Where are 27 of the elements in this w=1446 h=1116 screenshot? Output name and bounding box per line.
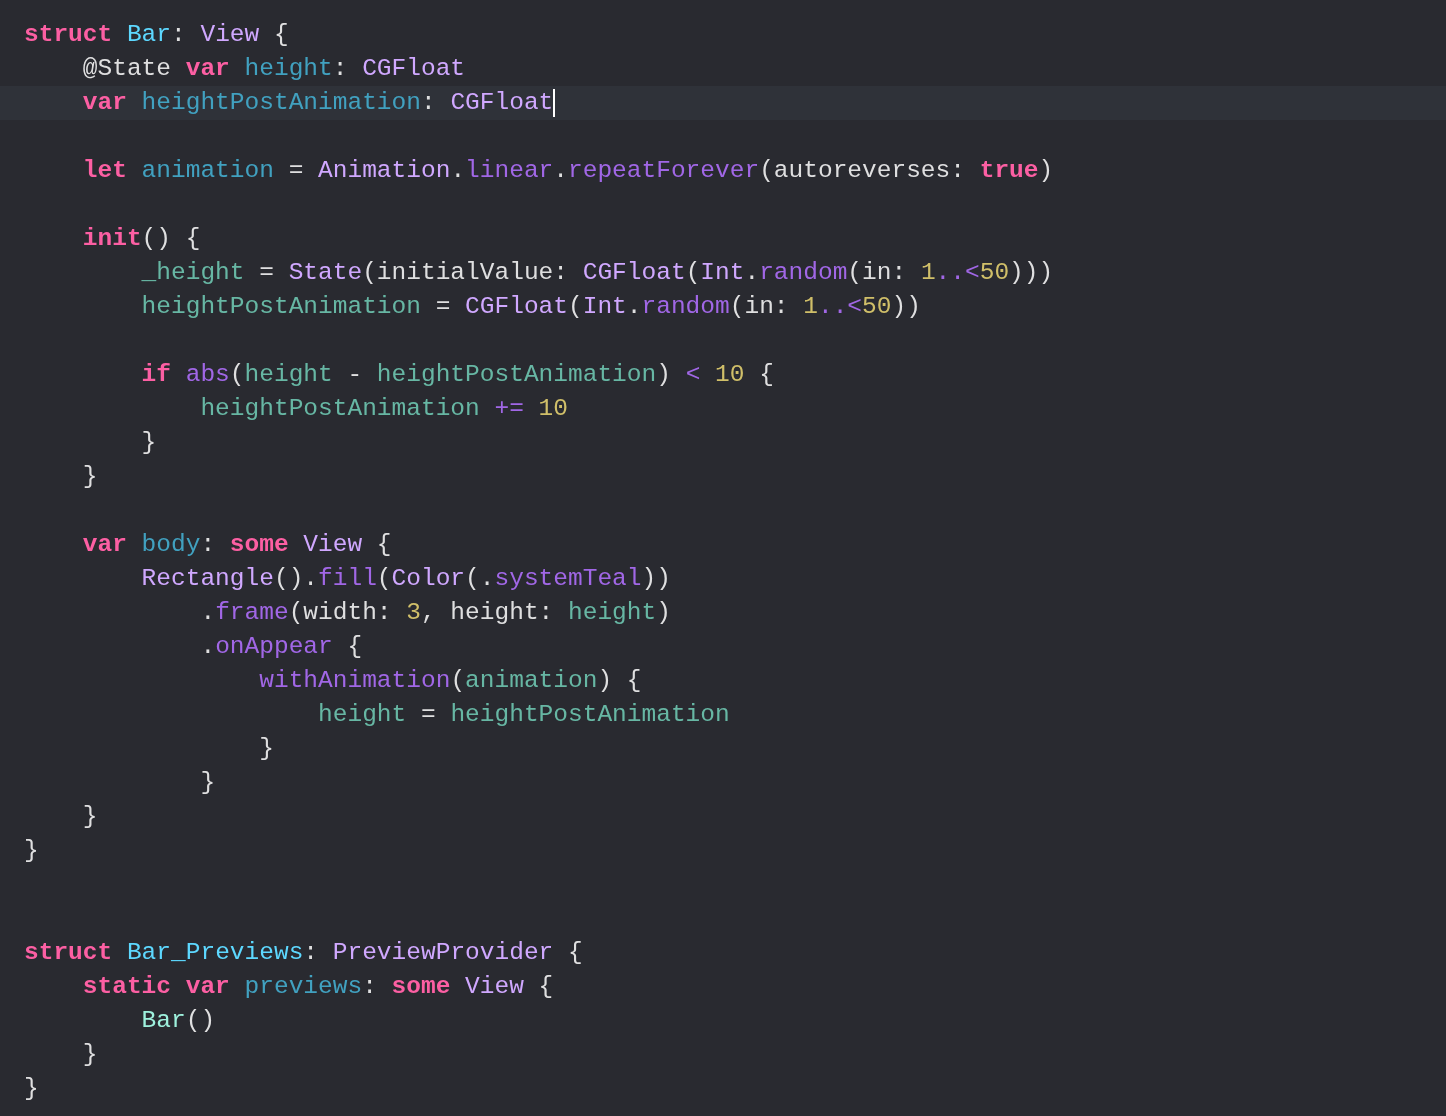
code-line: .onAppear { (200, 632, 363, 662)
code-line: Bar() (141, 1006, 216, 1036)
code-line: struct Bar_Previews: PreviewProvider { (24, 938, 583, 968)
code-line: Rectangle().fill(Color(.systemTeal)) (141, 564, 671, 594)
code-line: } (141, 428, 157, 458)
code-line: heightPostAnimation += 10 (200, 394, 568, 424)
code-line: } (82, 1040, 98, 1070)
code-line: } (82, 802, 98, 832)
code-line: } (82, 462, 98, 492)
code-line: if abs(height - heightPostAnimation) < 10 { (141, 360, 774, 390)
code-line: let animation = Animation.linear.repeatForever(autoreverses: true) (82, 156, 1054, 186)
code-line: withAnimation(animation) { (259, 666, 642, 696)
code-line: heightPostAnimation = CGFloat(Int.random(in: 1..<50)) (141, 292, 921, 322)
code-line: var heightPostAnimation: CGFloat (82, 88, 554, 118)
code-line: } (200, 768, 216, 798)
code-line: struct Bar: View { (24, 20, 289, 50)
code-line: static var previews: some View { (82, 972, 554, 1002)
code-line: _height = State(initialValue: CGFloat(Int.random(in: 1..<50))) (141, 258, 1054, 288)
code-line: height = heightPostAnimation (318, 700, 730, 730)
code-line: init() { (82, 224, 201, 254)
code-line: .frame(width: 3, height: height) (200, 598, 671, 628)
code-line: } (259, 734, 274, 764)
code-line: } (24, 1074, 39, 1104)
code-line: var body: some View { (82, 530, 392, 560)
code-line: @State var height: CGFloat (82, 54, 466, 84)
code-line: } (24, 836, 39, 866)
text-cursor (553, 89, 556, 117)
